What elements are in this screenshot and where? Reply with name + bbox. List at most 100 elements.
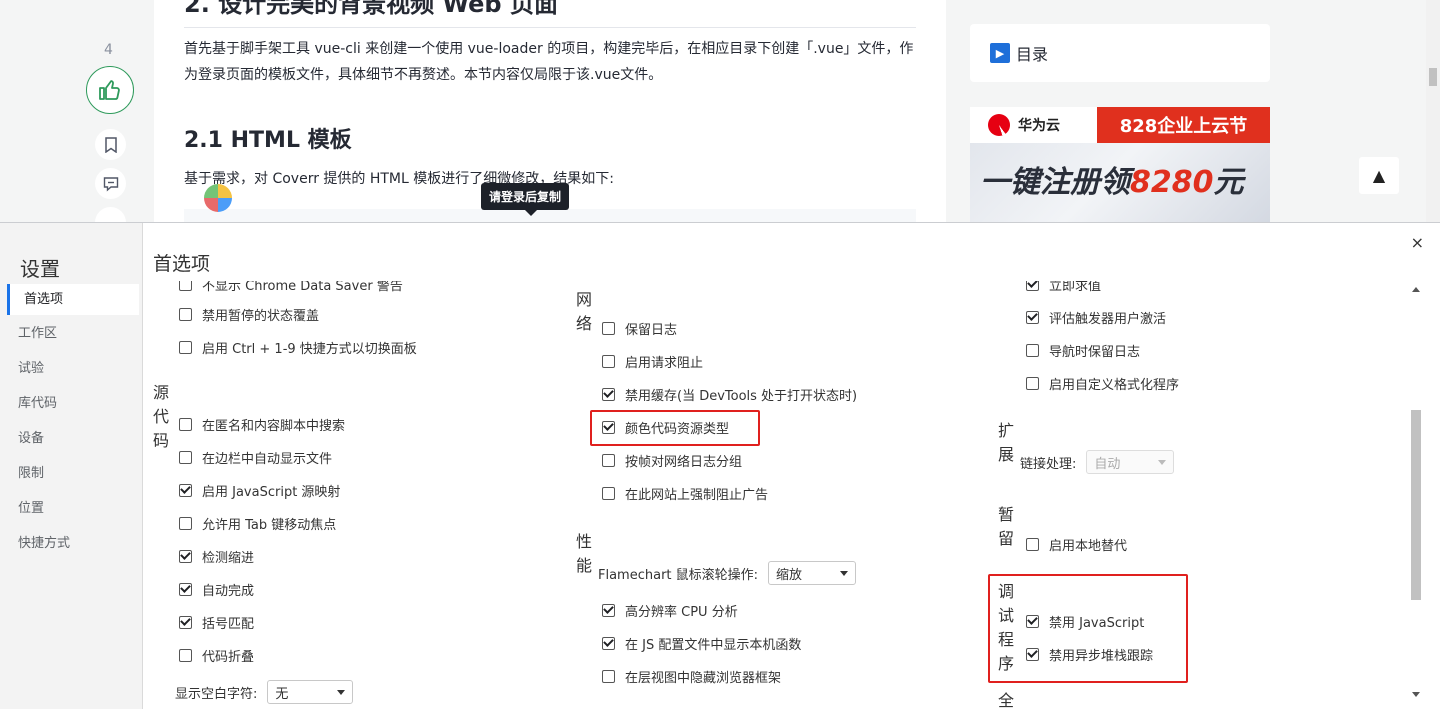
checkbox-label: 启用请求阻止 xyxy=(625,355,704,371)
checkbox[interactable] xyxy=(602,669,615,683)
whitespace-select[interactable]: 无 xyxy=(267,680,354,704)
checkbox-row[interactable]: 导航时保留日志 xyxy=(1026,341,1141,360)
nav-item-locations[interactable]: 位置 xyxy=(7,493,139,524)
back-to-top-button[interactable]: ▲ xyxy=(1359,157,1399,194)
like-button[interactable] xyxy=(86,66,134,114)
nav-item-ignore-list[interactable]: 库代码 xyxy=(7,388,139,419)
checkbox-row[interactable]: 允许用 Tab 键移动焦点 xyxy=(179,514,336,533)
checkbox[interactable] xyxy=(1026,343,1039,357)
ad-banner[interactable]: 华为云 828企业上云节 一键注册领8280元 xyxy=(970,107,1270,222)
checkbox-row[interactable]: 不显示 Chrome Data Saver 警告 xyxy=(179,281,403,294)
page-scrollbar-thumb[interactable] xyxy=(1429,68,1437,86)
ad-headline-prefix: 一键注册领 xyxy=(980,165,1130,200)
floating-avatar-icon[interactable] xyxy=(204,184,232,212)
checkbox[interactable] xyxy=(1026,310,1039,324)
checkbox-row[interactable]: 评估触发器用户激活 xyxy=(1026,308,1166,327)
toc-label: 目录 xyxy=(1016,45,1049,64)
page-scrollbar[interactable] xyxy=(1426,0,1440,222)
checkbox-row[interactable]: 启用 Ctrl + 1-9 快捷方式以切换面板 xyxy=(179,338,417,357)
checkbox[interactable] xyxy=(602,636,615,650)
checkbox-row[interactable]: 在层视图中隐藏浏览器框架 xyxy=(602,667,781,686)
checkbox[interactable] xyxy=(179,582,192,596)
checkbox[interactable] xyxy=(179,648,192,662)
checkbox[interactable] xyxy=(179,450,192,464)
checkbox[interactable] xyxy=(602,354,615,368)
checkbox[interactable] xyxy=(602,603,615,617)
checkbox[interactable] xyxy=(602,387,615,401)
checkbox-label: 导航时保留日志 xyxy=(1049,344,1141,360)
whitespace-setting: 显示空白字符: 无 xyxy=(175,680,354,704)
highlight-box xyxy=(590,410,760,446)
checkbox[interactable] xyxy=(179,340,192,354)
checkbox[interactable] xyxy=(1026,281,1039,291)
checkbox-row[interactable]: 启用自定义格式化程序 xyxy=(1026,374,1180,393)
article-heading-3: 2.1 HTML 模板 xyxy=(184,128,352,153)
checkbox-label: 启用 JavaScript 源映射 xyxy=(202,484,341,500)
checkbox-row[interactable]: 检测缩进 xyxy=(179,547,254,566)
flamechart-select[interactable]: 缩放 xyxy=(768,561,857,585)
nav-item-experiments[interactable]: 试验 xyxy=(7,353,139,384)
checkbox-row[interactable]: 保留日志 xyxy=(602,319,678,338)
checkbox-label: 立即求值 xyxy=(1049,281,1102,294)
scroll-up-icon[interactable] xyxy=(1412,287,1420,292)
nav-item-workspace[interactable]: 工作区 xyxy=(7,318,139,349)
checkbox-row[interactable]: 高分辨率 CPU 分析 xyxy=(602,601,738,620)
checkbox-row[interactable]: 括号匹配 xyxy=(179,613,254,632)
checkbox[interactable] xyxy=(179,549,192,563)
settings-scrollbar[interactable] xyxy=(1409,282,1423,697)
checkbox[interactable] xyxy=(602,321,615,335)
checkbox[interactable] xyxy=(602,453,615,467)
comment-button[interactable] xyxy=(95,168,126,199)
checkbox-row[interactable]: 立即求值 xyxy=(1026,281,1102,294)
checkbox-row[interactable]: 启用请求阻止 xyxy=(602,352,704,371)
close-icon[interactable]: × xyxy=(1411,233,1424,252)
preferences-body: 不显示 Chrome Data Saver 警告 禁用暂停的状态覆盖 启用 Ct… xyxy=(143,281,1409,709)
nav-item-shortcuts[interactable]: 快捷方式 xyxy=(7,528,139,559)
section-heading-sources: 源代码 xyxy=(153,383,170,450)
settings-title: 设置 xyxy=(20,257,60,281)
checkbox-label: 在边栏中自动显示文件 xyxy=(202,451,333,467)
checkbox-row[interactable]: 自动完成 xyxy=(179,580,254,599)
bookmark-button[interactable] xyxy=(95,129,126,160)
checkbox-row[interactable]: 在 JS 配置文件中显示本机函数 xyxy=(602,634,802,653)
checkbox[interactable] xyxy=(179,516,192,530)
preferences-title: 首选项 xyxy=(153,253,211,275)
checkbox-label: 启用自定义格式化程序 xyxy=(1049,377,1180,393)
checkbox-row[interactable]: 代码折叠 xyxy=(179,646,254,665)
checkbox[interactable] xyxy=(602,486,615,500)
nav-item-devices[interactable]: 设备 xyxy=(7,423,139,454)
checkbox-label: 在匿名和内容脚本中搜索 xyxy=(202,418,346,434)
settings-scrollbar-thumb[interactable] xyxy=(1411,410,1421,600)
nav-item-throttling[interactable]: 限制 xyxy=(7,458,139,489)
article-side-rail: 4 xyxy=(0,0,154,238)
checkbox-row[interactable]: 启用本地替代 xyxy=(1026,535,1127,554)
checkbox-label: 按帧对网络日志分组 xyxy=(625,454,743,470)
checkbox-row[interactable]: 在匿名和内容脚本中搜索 xyxy=(179,415,346,434)
toc-card[interactable]: ▶ 目录 xyxy=(970,24,1270,82)
ad-brand: 华为云 xyxy=(970,107,1097,143)
checkbox-row[interactable]: 启用 JavaScript 源映射 xyxy=(179,481,341,500)
checkbox-label: 在 JS 配置文件中显示本机函数 xyxy=(625,637,802,653)
checkbox-label: 保留日志 xyxy=(625,322,678,338)
scroll-down-icon[interactable] xyxy=(1412,692,1420,697)
checkbox-label: 禁用暂停的状态覆盖 xyxy=(202,308,320,324)
checkbox[interactable] xyxy=(179,483,192,497)
checkbox-row[interactable]: 按帧对网络日志分组 xyxy=(602,451,743,470)
link-handling-select: 自动 xyxy=(1086,450,1175,474)
copy-tooltip[interactable]: 请登录后复制 xyxy=(481,183,570,216)
checkbox[interactable] xyxy=(179,417,192,431)
checkbox-row[interactable]: 在此网站上强制阻止广告 xyxy=(602,484,768,503)
checkbox[interactable] xyxy=(179,307,192,321)
flamechart-label: Flamechart 鼠标滚轮操作: xyxy=(598,567,759,583)
checkbox-row[interactable]: 禁用暂停的状态覆盖 xyxy=(179,305,320,324)
thumbs-up-icon xyxy=(99,80,120,100)
checkbox[interactable] xyxy=(1026,537,1039,551)
checkbox-row[interactable]: 禁用缓存(当 DevTools 处于打开状态时) xyxy=(602,385,857,404)
checkbox[interactable] xyxy=(179,615,192,629)
section-heading-persistence: 暂留 xyxy=(998,505,1015,548)
checkbox[interactable] xyxy=(1026,376,1039,390)
nav-item-preferences[interactable]: 首选项 xyxy=(7,284,139,315)
checkbox-row[interactable]: 在边栏中自动显示文件 xyxy=(179,448,333,467)
checkbox[interactable] xyxy=(179,281,192,291)
ad-headline-number: 8280 xyxy=(1130,165,1214,200)
